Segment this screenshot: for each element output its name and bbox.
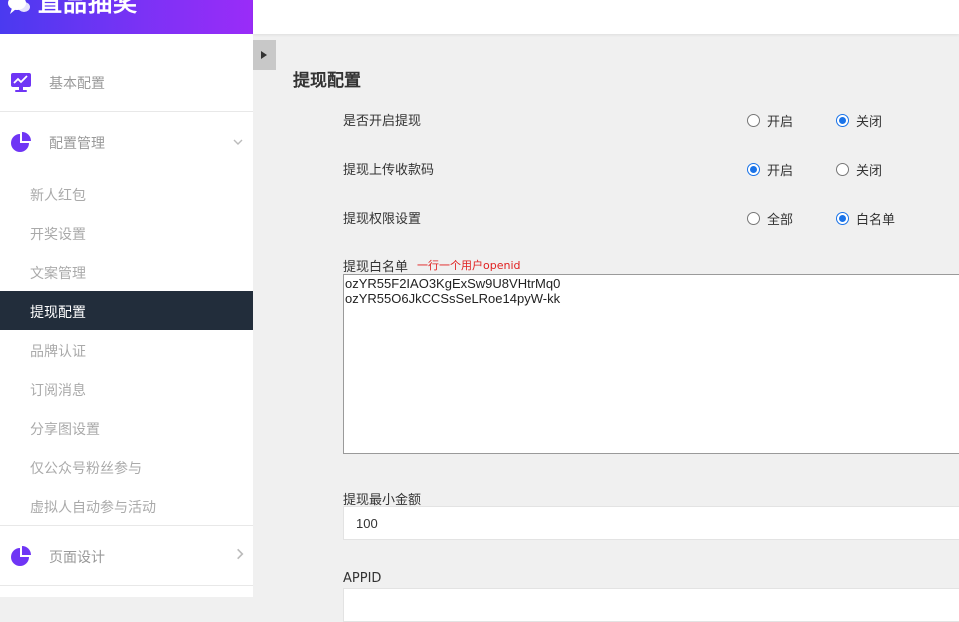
sidebar-item-virtual-users[interactable]: 虚拟人自动参与活动 — [0, 486, 253, 525]
top-header — [253, 0, 959, 34]
withdraw-enable-on-radio[interactable]: 开启 — [747, 111, 793, 130]
radio-label: 全部 — [767, 213, 794, 228]
withdraw-enable-off-radio[interactable]: 关闭 — [836, 111, 882, 130]
nav-group-page-design[interactable]: 页面设计 — [0, 526, 253, 586]
sidebar-item-label: 新人红包 — [30, 188, 86, 204]
chevron-down-icon — [233, 139, 243, 145]
permission-all-radio[interactable]: 全部 — [747, 209, 793, 228]
nav-group-label: 页面设计 — [49, 550, 105, 566]
radio-circle — [836, 163, 849, 176]
sidebar-item-newbie-redpacket[interactable]: 新人红包 — [0, 174, 253, 213]
withdraw-permission-label: 提现权限设置 — [343, 212, 422, 227]
sidebar-item-brand-certification[interactable]: 品牌认证 — [0, 330, 253, 369]
brand-title: 直品抽奖 — [38, 0, 138, 17]
appid-input[interactable] — [343, 588, 959, 622]
brand-bar: 直品抽奖 — [0, 0, 253, 34]
sidebar-item-subscribe-message[interactable]: 订阅消息 — [0, 369, 253, 408]
sidebar-item-copy-management[interactable]: 文案管理 — [0, 252, 253, 291]
caret-right-icon — [261, 51, 267, 59]
sidebar-item-label: 订阅消息 — [30, 383, 86, 399]
sidebar-item-label: 分享图设置 — [30, 422, 100, 438]
radio-label: 关闭 — [856, 115, 883, 130]
upload-qrcode-on-radio[interactable]: 开启 — [747, 160, 793, 179]
permission-whitelist-radio[interactable]: 白名单 — [836, 209, 895, 228]
nav-group-label: 配置管理 — [49, 136, 105, 152]
nav-group-basic-config[interactable]: 基本配置 — [0, 52, 253, 112]
whitelist-hint: 一行一个用户openid — [417, 259, 521, 272]
sidebar-item-withdraw-config[interactable]: 提现配置 — [0, 291, 253, 330]
sidebar-item-label: 文案管理 — [30, 266, 86, 282]
monitor-chart-icon — [11, 73, 31, 92]
nav-group-label: 基本配置 — [49, 76, 105, 92]
sidebar-item-label: 品牌认证 — [30, 344, 86, 360]
chevron-right-icon — [237, 548, 244, 560]
sidebar-item-fans-only[interactable]: 仅公众号粉丝参与 — [0, 447, 253, 486]
upload-qrcode-off-radio[interactable]: 关闭 — [836, 160, 882, 179]
radio-label: 白名单 — [856, 213, 896, 228]
radio-label: 关闭 — [856, 164, 883, 179]
pie-chart-icon — [11, 546, 31, 566]
sidebar-item-label: 仅公众号粉丝参与 — [30, 461, 142, 477]
sidebar: 直品抽奖 基本配置 配置管理 新人红包 开奖设置 文案管理 提现配置 品牌认证 — [0, 0, 253, 597]
radio-label: 开启 — [767, 164, 794, 179]
radio-label: 开启 — [767, 115, 794, 130]
sidebar-item-draw-settings[interactable]: 开奖设置 — [0, 213, 253, 252]
radio-circle — [836, 212, 849, 225]
sidebar-item-label: 虚拟人自动参与活动 — [30, 500, 156, 516]
pie-chart-icon — [11, 132, 31, 152]
chat-bubbles-icon — [8, 0, 30, 14]
whitelist-textarea[interactable]: ozYR55F2IAO3KgExSw9U8VHtrMq0 ozYR55O6JkC… — [343, 274, 959, 454]
nav-group-config-management[interactable]: 配置管理 — [0, 112, 253, 172]
sidebar-item-label: 提现配置 — [30, 305, 86, 321]
whitelist-label: 提现白名单 — [343, 260, 409, 275]
radio-circle — [747, 114, 760, 127]
radio-circle — [747, 212, 760, 225]
upload-qrcode-label: 提现上传收款码 — [343, 163, 435, 178]
radio-circle — [747, 163, 760, 176]
sidebar-toggle-button[interactable] — [253, 40, 276, 70]
radio-circle — [836, 114, 849, 127]
page-title: 提现配置 — [293, 71, 361, 91]
min-amount-input[interactable] — [343, 506, 959, 540]
withdraw-enable-label: 是否开启提现 — [343, 114, 422, 129]
sidebar-item-label: 开奖设置 — [30, 227, 86, 243]
appid-label: APPID — [343, 571, 382, 586]
sidebar-item-share-image[interactable]: 分享图设置 — [0, 408, 253, 447]
